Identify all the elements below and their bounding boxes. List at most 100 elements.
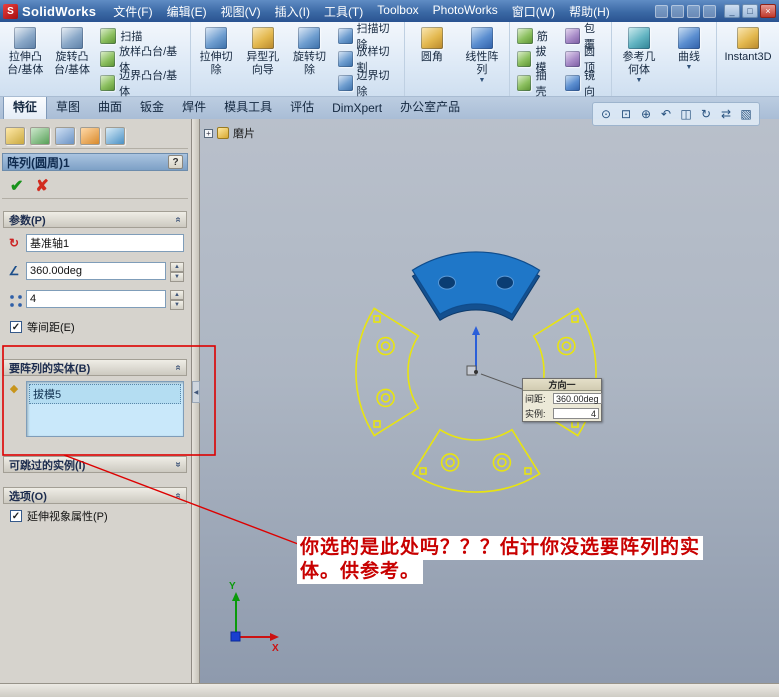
maximize-icon[interactable]: □ [742, 4, 758, 18]
spinner-down-icon[interactable]: ▼ [170, 300, 184, 310]
featuremanager-tree-icon[interactable] [5, 127, 25, 145]
previous-view-icon[interactable]: ↶ [657, 105, 675, 123]
angle-spinner[interactable]: ▲ ▼ [170, 262, 184, 282]
quick-access-toolbar [655, 4, 716, 18]
spacing-value[interactable]: 360.00deg [553, 393, 602, 404]
curves-icon [677, 27, 700, 49]
print-icon[interactable] [703, 4, 716, 18]
help-button[interactable]: ? [168, 155, 183, 169]
revolved-boss-button[interactable]: 旋转凸 台/基体 [49, 23, 96, 95]
section-parameters[interactable]: 参数(P) « [3, 211, 187, 228]
panel-splitter[interactable]: ◀ [192, 119, 200, 683]
section-view-icon[interactable]: ◫ [677, 105, 695, 123]
collapse-panel-icon[interactable]: ◀ [192, 381, 200, 403]
display-style-icon[interactable]: ▧ [737, 105, 755, 123]
menu-tools[interactable]: 工具(T) [317, 0, 370, 23]
tab-weldments[interactable]: 焊件 [173, 95, 215, 119]
tab-dimxpert[interactable]: DimXpert [323, 98, 391, 119]
swept-cut-icon [337, 27, 353, 44]
menu-help[interactable]: 帮助(H) [562, 0, 617, 23]
spinner-down-icon[interactable]: ▼ [170, 272, 184, 282]
propertymanager-icon[interactable] [30, 127, 50, 145]
configurationmanager-icon[interactable] [55, 127, 75, 145]
tab-features[interactable]: 特征 [3, 94, 48, 119]
menu-toolbox[interactable]: Toolbox [370, 0, 425, 23]
axis-input[interactable]: 基准轴1 [26, 234, 184, 252]
tab-surfaces[interactable]: 曲面 [89, 95, 131, 119]
spinner-up-icon[interactable]: ▲ [170, 262, 184, 272]
chevron-down-icon[interactable]: ▼ [478, 77, 485, 85]
menu-view[interactable]: 视图(V) [214, 0, 268, 23]
spinner-up-icon[interactable]: ▲ [170, 290, 184, 300]
count-input[interactable]: 4 [26, 290, 166, 308]
zoom-inout-icon[interactable]: ⊕ [637, 105, 655, 123]
section-bodies[interactable]: 要阵列的实体(B) « [3, 359, 187, 376]
expander-plus-icon[interactable]: + [204, 128, 213, 138]
menu-insert[interactable]: 插入(I) [268, 0, 317, 23]
chevron-down-icon[interactable]: ▼ [686, 64, 693, 72]
angle-input[interactable]: 360.00deg [26, 262, 166, 280]
revolved-cut-icon [298, 27, 321, 49]
confirm-row: ✔ ✘ [2, 173, 188, 199]
annotation-text: 你选的是此处吗？？？估计你没选要阵列的实 体。供参考。 [297, 536, 704, 584]
solid-body-segment[interactable] [411, 251, 541, 321]
ok-button[interactable]: ✔ [10, 176, 23, 196]
reference-geometry-button[interactable]: 参考几 何体 ▼ [614, 23, 664, 95]
list-item[interactable]: 拔模5 [29, 384, 181, 404]
open-icon[interactable] [671, 4, 684, 18]
minimize-icon[interactable]: _ [724, 4, 740, 18]
chevron-up-icon[interactable]: « [173, 493, 184, 499]
revolved-cut-button[interactable]: 旋转切 除 [286, 23, 333, 95]
manager-tab-bar [2, 125, 188, 149]
pattern-axis-marker [466, 326, 523, 390]
save-icon[interactable] [687, 4, 700, 18]
dimxpertmanager-icon[interactable] [80, 127, 100, 145]
menu-window[interactable]: 窗口(W) [505, 0, 562, 23]
instances-value[interactable]: 4 [553, 408, 599, 419]
menu-edit[interactable]: 编辑(E) [160, 0, 214, 23]
menu-photoworks[interactable]: PhotoWorks [426, 0, 505, 23]
callout-row-spacing: 间距: 360.00deg [523, 391, 602, 406]
displaymanager-icon[interactable] [105, 127, 125, 145]
menubar: 文件(F) 编辑(E) 视图(V) 插入(I) 工具(T) Toolbox Ph… [106, 0, 617, 23]
cancel-button[interactable]: ✘ [35, 176, 48, 196]
count-spinner[interactable]: ▲ ▼ [170, 290, 184, 310]
close-icon[interactable]: × [760, 4, 776, 18]
tab-mold-tools[interactable]: 模具工具 [215, 95, 281, 119]
propagate-checkbox[interactable]: ✓ [10, 510, 22, 522]
section-instances-to-skip[interactable]: 可跳过的实例(I) « [3, 456, 187, 473]
part-name[interactable]: 磨片 [233, 125, 255, 141]
callout-row-instances: 实例: 4 [523, 406, 601, 421]
menu-file[interactable]: 文件(F) [106, 0, 159, 23]
bodies-selection-list[interactable]: 拔模5 [26, 381, 184, 437]
graphics-viewport[interactable]: + 磨片 Y X 方向一 间距: 360.00deg 实例: 4 [200, 119, 779, 683]
zoom-fit-icon[interactable]: ⊙ [597, 105, 615, 123]
fillet-button[interactable]: 圆角 [407, 23, 457, 95]
chevron-down-icon[interactable]: ▼ [636, 77, 643, 85]
chevron-up-icon[interactable]: « [173, 217, 184, 223]
extruded-cut-button[interactable]: 拉伸切 除 [193, 23, 240, 95]
new-icon[interactable] [655, 4, 668, 18]
curves-button[interactable]: 曲线 ▼ [664, 23, 714, 95]
tab-evaluate[interactable]: 评估 [281, 95, 323, 119]
shell-button[interactable]: 抽壳 [512, 70, 561, 98]
equal-spacing-checkbox[interactable]: ✓ [10, 321, 22, 333]
mirror-button[interactable]: 镜向 [560, 70, 609, 98]
solidworks-logo-icon: S [3, 3, 18, 19]
instant3d-button[interactable]: Instant3D [719, 23, 777, 95]
pan-icon[interactable]: ⇄ [717, 105, 735, 123]
rotate-view-icon[interactable]: ↻ [697, 105, 715, 123]
chevron-up-icon[interactable]: « [173, 365, 184, 371]
ribbon-group-reference: 参考几 何体 ▼ 曲线 ▼ [612, 22, 717, 96]
tab-sheet-metal[interactable]: 钣金 [131, 95, 173, 119]
boundary-boss-button[interactable]: 边界凸台/基体 [95, 70, 187, 98]
section-options[interactable]: 选项(O) « [3, 487, 187, 504]
zoom-area-icon[interactable]: ⊡ [617, 105, 635, 123]
extruded-boss-button[interactable]: 拉伸凸 台/基体 [2, 23, 49, 95]
hole-wizard-button[interactable]: 异型孔 向导 [239, 23, 286, 95]
linear-pattern-button[interactable]: 线性阵 列 ▼ [457, 23, 507, 95]
tab-sketch[interactable]: 草图 [47, 95, 89, 119]
boundary-cut-button[interactable]: 边界切除 [333, 70, 402, 98]
tab-office-products[interactable]: 办公室产品 [391, 95, 469, 119]
chevron-down-icon[interactable]: « [173, 462, 184, 468]
